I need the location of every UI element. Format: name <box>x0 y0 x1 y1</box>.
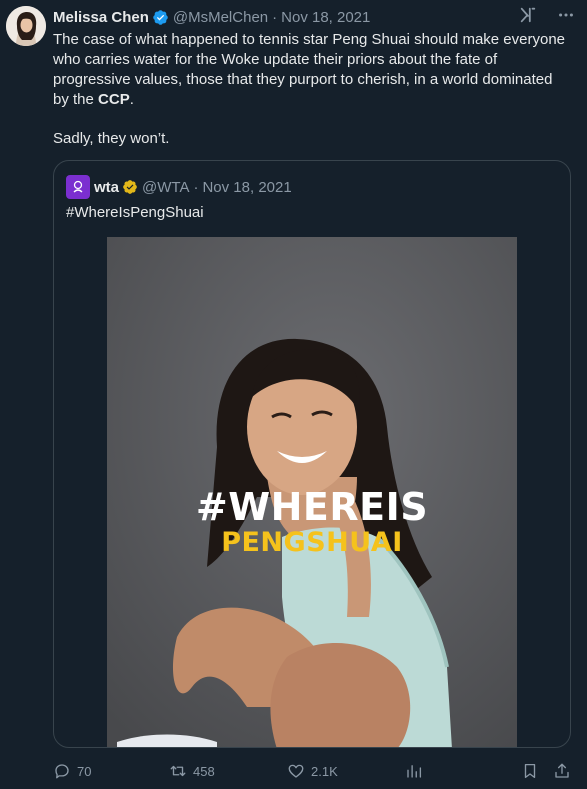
bookmark-button[interactable] <box>521 760 545 782</box>
gold-verified-badge-icon <box>123 180 137 194</box>
media-overlay-line2: PENGSHUAI <box>221 527 403 558</box>
author-name[interactable]: Melissa Chen <box>53 9 149 26</box>
more-options-icon[interactable] <box>557 6 575 24</box>
tweet[interactable]: Melissa Chen @MsMelChen · Nov 18, 2021 T… <box>0 0 587 789</box>
media-overlay-line1: #WHEREIS <box>195 485 429 529</box>
grok-icon[interactable] <box>519 6 537 24</box>
quoted-tweet-image[interactable]: #WHEREIS PENGSHUAI <box>107 237 517 747</box>
reply-icon <box>55 764 69 779</box>
heart-icon <box>288 764 304 778</box>
tweet-top-actions <box>519 6 575 24</box>
verified-badge-icon <box>153 9 168 25</box>
tweet-text: The case of what happened to tennis star… <box>53 30 571 110</box>
wta-logo-icon <box>73 180 83 193</box>
views-button[interactable] <box>405 760 429 782</box>
retweet-button[interactable]: 458 <box>169 760 215 782</box>
share-button[interactable] <box>553 760 577 782</box>
quoted-author-name[interactable]: wta <box>94 179 119 196</box>
separator-dot: · <box>272 8 278 26</box>
wta-avatar[interactable] <box>66 175 90 199</box>
tweet-date[interactable]: Nov 18, 2021 <box>281 9 370 26</box>
tweet-header: Melissa Chen @MsMelChen · Nov 18, 2021 <box>53 7 575 27</box>
reply-count: 70 <box>77 763 92 779</box>
quoted-author-handle[interactable]: @WTA <box>142 179 189 196</box>
tweet-actions: 70 458 2.1K <box>53 760 571 782</box>
analytics-icon <box>407 765 422 778</box>
quoted-tweet-header: wta @WTA · Nov 18, 2021 <box>66 175 292 199</box>
retweet-icon <box>170 765 186 777</box>
bookmark-icon <box>524 763 536 779</box>
quoted-tweet-date[interactable]: Nov 18, 2021 <box>202 179 291 196</box>
tweet-text-bold: CCP <box>98 91 130 108</box>
share-icon <box>555 763 569 778</box>
tweet-text-second: Sadly, they won’t. <box>53 130 170 147</box>
quoted-tweet[interactable]: wta @WTA · Nov 18, 2021 #WhereIsPengShua… <box>53 160 571 748</box>
quoted-separator-dot: · <box>193 178 199 196</box>
author-avatar[interactable] <box>6 6 46 46</box>
like-count: 2.1K <box>311 763 338 779</box>
retweet-count: 458 <box>193 763 215 779</box>
tweet-text-end: . <box>129 91 134 108</box>
quoted-tweet-text: #WhereIsPengShuai <box>66 204 204 221</box>
like-button[interactable]: 2.1K <box>287 760 338 782</box>
reply-button[interactable]: 70 <box>53 760 91 782</box>
author-handle[interactable]: @MsMelChen <box>173 9 268 26</box>
